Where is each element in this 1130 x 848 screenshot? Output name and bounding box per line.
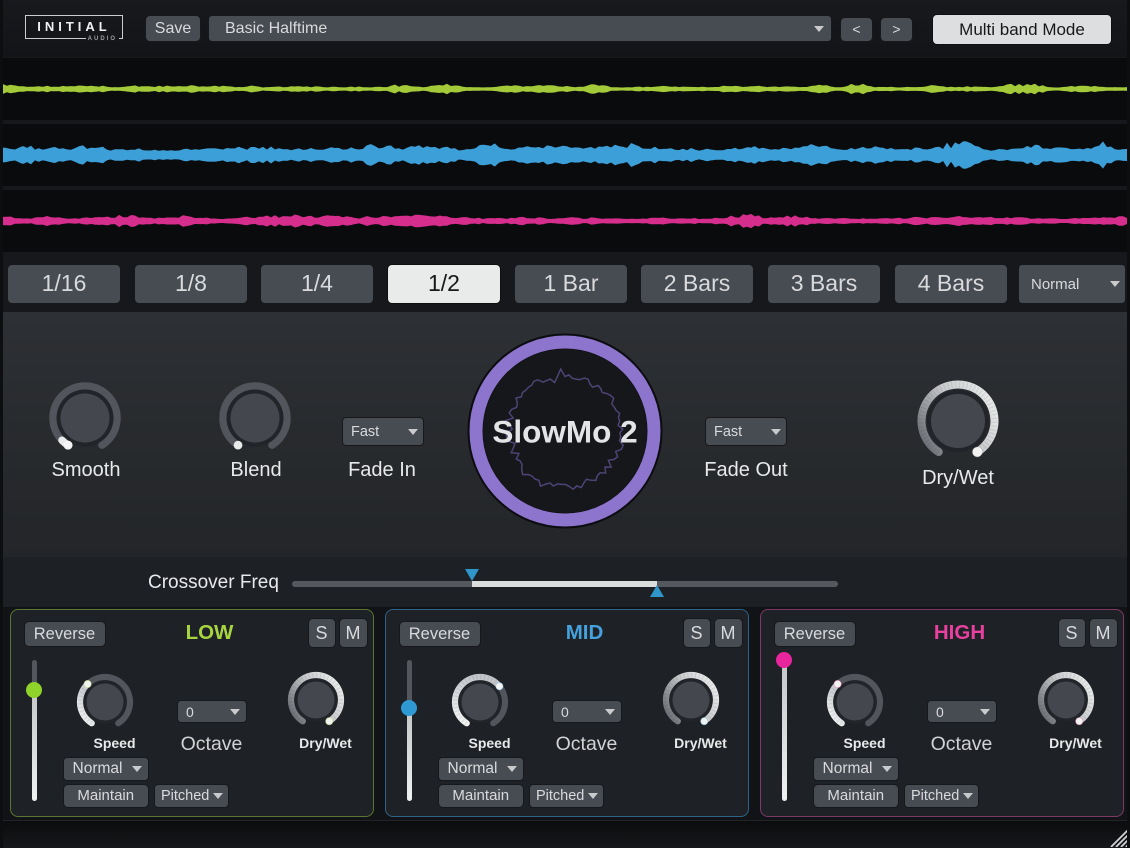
svg-text:SlowMo 2: SlowMo 2 xyxy=(492,413,637,449)
